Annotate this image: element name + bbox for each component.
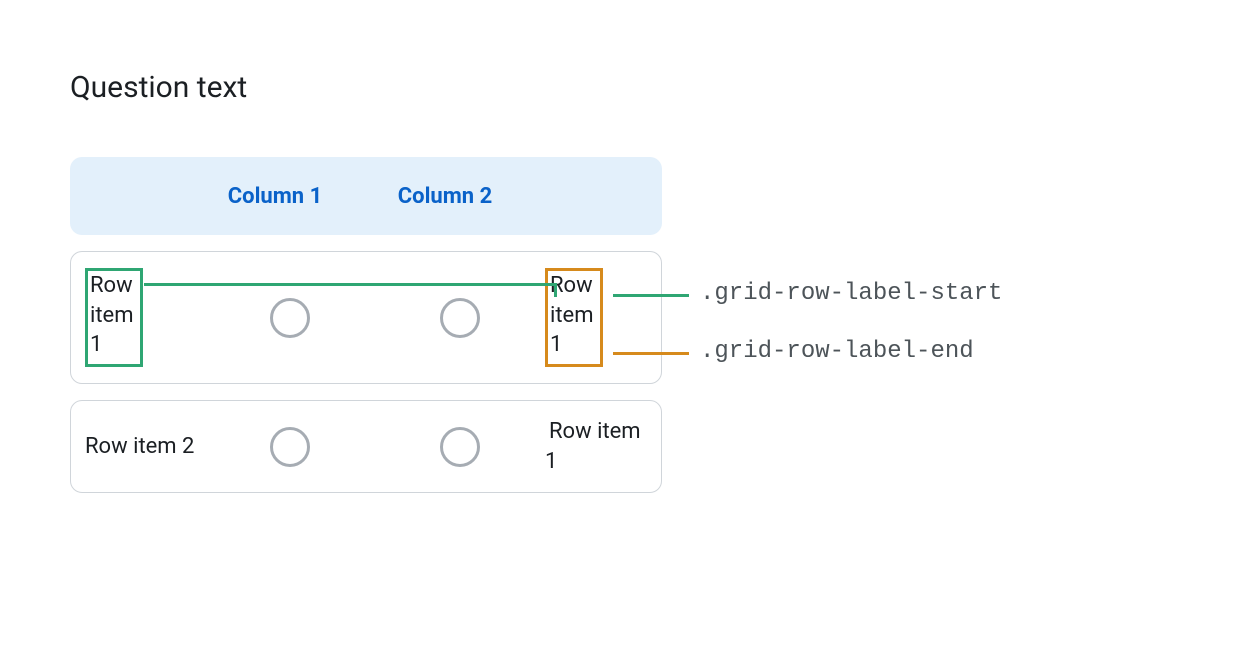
column-header-2: Column 2 <box>360 184 530 209</box>
radio-cell <box>375 427 545 467</box>
grid-row-label-start: Row item 2 <box>85 434 194 459</box>
column-header-row: Column 1 Column 2 <box>70 157 662 235</box>
radio-cell <box>375 298 545 338</box>
grid-row: Row item 1 Row item 1 <box>70 251 662 384</box>
radio-icon[interactable] <box>440 298 480 338</box>
example-card: Question text Column 1 Column 2 Row item… <box>0 0 1248 656</box>
callout-label-end: .grid-row-label-end <box>700 338 974 365</box>
row-label-end-cell: Row item 1 <box>545 417 647 476</box>
callout-line-icon <box>554 283 557 297</box>
column-header-1: Column 1 <box>190 184 360 209</box>
callout-line-icon <box>613 294 689 297</box>
radio-icon[interactable] <box>270 298 310 338</box>
radio-icon[interactable] <box>440 427 480 467</box>
radio-cell <box>205 298 375 338</box>
radio-icon[interactable] <box>270 427 310 467</box>
callout-label-start: .grid-row-label-start <box>700 280 1002 307</box>
grid-row-label-end: Row item 1 <box>545 419 641 474</box>
grid-row: Row item 2 Row item 1 <box>70 400 662 493</box>
radio-cell <box>205 427 375 467</box>
question-title: Question text <box>70 70 1178 105</box>
callout-line-icon <box>144 283 554 286</box>
grid-question: Column 1 Column 2 Row item 1 Row item 1 … <box>70 157 662 493</box>
row-label-start-cell: Row item 2 <box>85 432 205 462</box>
grid-row-label-start: Row item 1 <box>85 268 143 367</box>
callout-line-icon <box>613 352 689 355</box>
